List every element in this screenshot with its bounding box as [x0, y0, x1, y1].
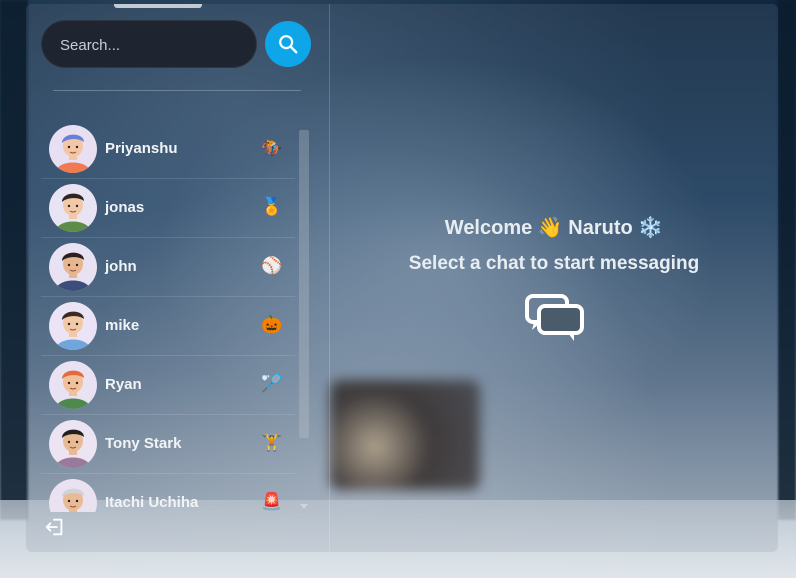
chat-list-scrollbar[interactable]	[297, 122, 309, 512]
chat-name: mike	[105, 317, 140, 334]
avatar	[49, 479, 97, 512]
chat-list-item[interactable]: jonas 🏅	[41, 179, 295, 238]
search-icon	[279, 35, 298, 54]
sidebar: Priyanshu 🏇 jonas 🏅 john ⚾ mike 🎃 Ryan 🏸 Tony Star…	[26, 4, 330, 552]
status-emoji-icon: ⚾	[261, 256, 283, 276]
status-emoji-icon: 🏅	[261, 197, 283, 217]
avatar	[49, 420, 97, 468]
chat-name: Itachi Uchiha	[105, 494, 199, 511]
background-tree-right	[778, 0, 796, 520]
chat-list-item[interactable]: john ⚾	[41, 238, 295, 297]
username: Naruto	[568, 217, 633, 239]
background-tree-left	[0, 0, 28, 520]
chat-name: Priyanshu	[105, 140, 178, 157]
chat-name: Tony Stark	[105, 435, 182, 452]
avatar	[49, 302, 97, 350]
sidebar-divider	[53, 90, 301, 91]
chat-bubbles-icon	[525, 294, 584, 341]
search-input[interactable]	[58, 21, 252, 69]
welcome-prefix: Welcome	[444, 217, 533, 239]
chat-app-window: Priyanshu 🏇 jonas 🏅 john ⚾ mike 🎃 Ryan 🏸 Tony Star…	[26, 4, 778, 552]
logout-button[interactable]	[44, 516, 66, 538]
chat-list-item[interactable]: Priyanshu 🏇	[41, 120, 295, 179]
status-emoji-icon: 🎃	[261, 315, 283, 335]
search-box	[41, 20, 257, 69]
chat-name: john	[105, 258, 137, 275]
wave-emoji-icon: 👋	[537, 217, 563, 239]
chat-list-item[interactable]: Tony Stark 🏋️	[41, 415, 295, 474]
chat-name: Ryan	[105, 376, 142, 393]
select-chat-prompt: Select a chat to start messaging	[408, 253, 700, 274]
main-panel: Welcome 👋 Naruto ❄️ Select a chat to sta…	[330, 4, 778, 552]
search-button[interactable]	[265, 21, 311, 67]
status-emoji-icon: 🏋️	[261, 433, 283, 453]
chat-list-item[interactable]: Itachi Uchiha 🚨	[41, 474, 295, 512]
avatar	[49, 125, 97, 173]
status-emoji-icon: 🚨	[261, 492, 283, 512]
logout-icon	[45, 518, 63, 536]
avatar	[49, 243, 97, 291]
avatar	[49, 184, 97, 232]
status-emoji-icon: 🏸	[261, 374, 283, 394]
chat-name: jonas	[105, 199, 145, 216]
chat-list-item[interactable]: Ryan 🏸	[41, 356, 295, 415]
chat-list-item[interactable]: mike 🎃	[41, 297, 295, 356]
scrollbar-thumb[interactable]	[299, 130, 309, 438]
scroll-down-arrow-icon[interactable]	[300, 504, 308, 509]
status-emoji-icon: 🏇	[261, 138, 283, 158]
welcome-message: Welcome 👋 Naruto ❄️	[330, 215, 778, 240]
chat-list: Priyanshu 🏇 jonas 🏅 john ⚾ mike 🎃 Ryan 🏸 Tony Star…	[41, 120, 295, 512]
snowflake-emoji-icon: ❄️	[638, 217, 664, 239]
avatar	[49, 361, 97, 409]
